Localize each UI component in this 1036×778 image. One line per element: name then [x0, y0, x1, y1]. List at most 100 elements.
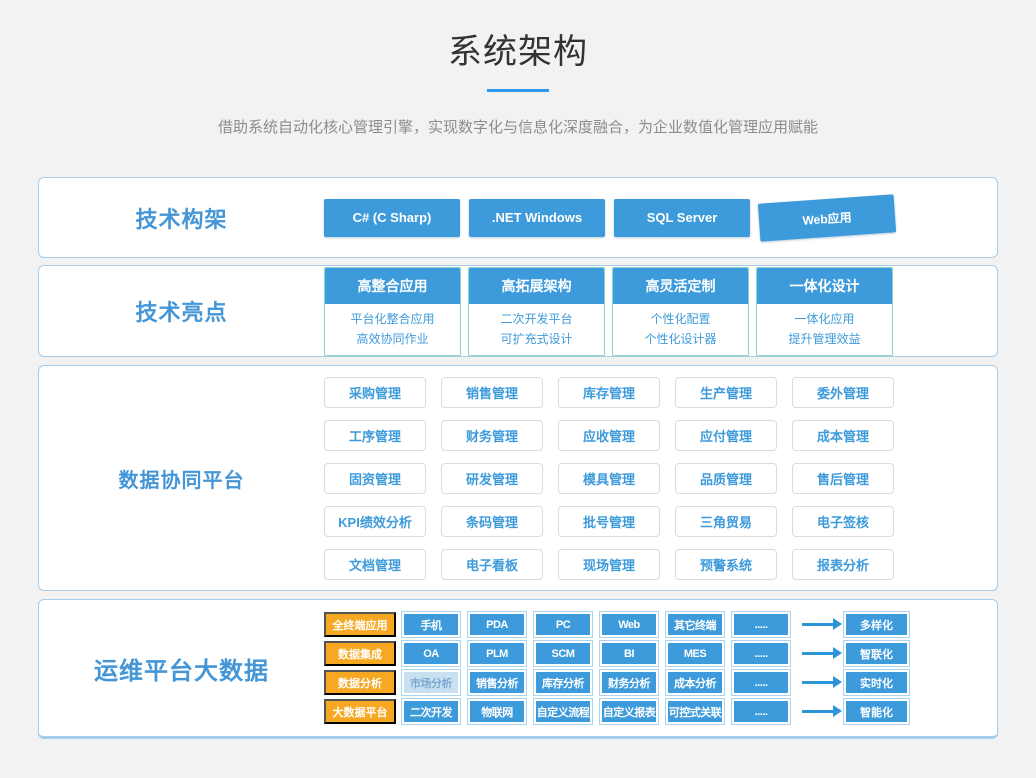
highlight-card-title: 高灵活定制 [613, 268, 748, 304]
module-button[interactable]: 条码管理 [441, 506, 543, 537]
section-data-platform: 数据协同平台 采购管理 销售管理 库存管理 生产管理 委外管理 工序管理 财务管… [38, 365, 998, 591]
module-button[interactable]: 生产管理 [675, 377, 777, 408]
tech-button-dotnet-windows[interactable]: .NET Windows [469, 199, 605, 237]
highlight-card-line: 个性化设计器 [613, 329, 748, 349]
section-ops-platform: 运维平台大数据 全终端应用 手机 PDA PC Web 其它终端 ..... 多… [38, 599, 998, 739]
ops-row-terminals: 全终端应用 手机 PDA PC Web 其它终端 ..... 多样化 [324, 612, 909, 637]
ops-item-button[interactable]: Web [600, 612, 658, 637]
ops-item-button[interactable]: OA [402, 641, 460, 666]
module-button[interactable]: 三角贸易 [675, 506, 777, 537]
ops-item-button[interactable]: PDA [468, 612, 526, 637]
module-button[interactable]: 批号管理 [558, 506, 660, 537]
ops-item-button[interactable]: 销售分析 [468, 670, 526, 695]
highlight-card-line: 提升管理效益 [757, 329, 892, 349]
module-button[interactable]: 销售管理 [441, 377, 543, 408]
highlight-card-line: 可扩充式设计 [469, 329, 604, 349]
highlight-card-title: 高拓展架构 [469, 268, 604, 304]
highlight-card-extensibility: 高拓展架构 二次开发平台 可扩充式设计 [468, 267, 605, 356]
section-label-ops-platform: 运维平台大数据 [39, 600, 324, 736]
module-button[interactable]: 售后管理 [792, 463, 894, 494]
title-underline [487, 89, 549, 92]
arrow-right-icon [802, 623, 834, 626]
module-button[interactable]: 模具管理 [558, 463, 660, 494]
module-button[interactable]: 现场管理 [558, 549, 660, 580]
ops-item-button[interactable]: MES [666, 641, 724, 666]
ops-category-button[interactable]: 数据集成 [324, 641, 396, 666]
highlight-card-title: 高整合应用 [325, 268, 460, 304]
module-button[interactable]: 成本管理 [792, 420, 894, 451]
highlight-card-title: 一体化设计 [757, 268, 892, 304]
ops-item-button[interactable]: 自定义流程 [534, 699, 592, 724]
ops-category-button[interactable]: 数据分析 [324, 670, 396, 695]
module-button[interactable]: 报表分析 [792, 549, 894, 580]
ops-row-integration: 数据集成 OA PLM SCM BI MES ..... 智联化 [324, 641, 909, 666]
module-button[interactable]: 应付管理 [675, 420, 777, 451]
module-button[interactable]: 财务管理 [441, 420, 543, 451]
highlight-card-line: 二次开发平台 [469, 309, 604, 329]
ops-item-button[interactable]: ..... [732, 699, 790, 724]
section-label-data-platform: 数据协同平台 [39, 366, 324, 590]
module-button[interactable]: 电子看板 [441, 549, 543, 580]
page-header: 系统架构 借助系统自动化核心管理引擎，实现数字化与信息化深度融合，为企业数值化管… [0, 0, 1036, 137]
page-subtitle: 借助系统自动化核心管理引擎，实现数字化与信息化深度融合，为企业数值化管理应用赋能 [0, 116, 1036, 137]
ops-item-button[interactable]: PLM [468, 641, 526, 666]
ops-item-button[interactable]: ..... [732, 670, 790, 695]
ops-item-button[interactable]: BI [600, 641, 658, 666]
module-button[interactable]: 研发管理 [441, 463, 543, 494]
ops-item-button[interactable]: 二次开发 [402, 699, 460, 724]
ops-item-button[interactable]: 自定义报表 [600, 699, 658, 724]
ops-category-button[interactable]: 大数据平台 [324, 699, 396, 724]
ops-item-button[interactable]: 成本分析 [666, 670, 724, 695]
arrow-right-icon [802, 681, 834, 684]
highlight-card-line: 个性化配置 [613, 309, 748, 329]
module-button[interactable]: 委外管理 [792, 377, 894, 408]
tech-button-csharp[interactable]: C# (C Sharp) [324, 199, 460, 237]
tech-framework-buttons: C# (C Sharp) .NET Windows SQL Server Web… [324, 178, 997, 257]
highlight-card-line: 一体化应用 [757, 309, 892, 329]
page-title: 系统架构 [0, 24, 1036, 73]
tech-button-web-app[interactable]: Web应用 [758, 194, 896, 241]
arrow-right-icon [802, 652, 834, 655]
ops-item-button[interactable]: 物联网 [468, 699, 526, 724]
module-button[interactable]: 预警系统 [675, 549, 777, 580]
highlight-card-flexibility: 高灵活定制 个性化配置 个性化设计器 [612, 267, 749, 356]
highlight-card-integration: 高整合应用 平台化整合应用 高效协同作业 [324, 267, 461, 356]
ops-result-button[interactable]: 多样化 [844, 612, 909, 637]
ops-result-button[interactable]: 实时化 [844, 670, 909, 695]
ops-category-button[interactable]: 全终端应用 [324, 612, 396, 637]
module-button[interactable]: 库存管理 [558, 377, 660, 408]
highlight-card-line: 平台化整合应用 [325, 309, 460, 329]
arrow-right-icon [802, 710, 834, 713]
section-tech-highlights: 技术亮点 高整合应用 平台化整合应用 高效协同作业 高拓展架构 二次开发平台 可… [38, 265, 998, 357]
module-button[interactable]: 文档管理 [324, 549, 426, 580]
highlight-card-all-in-one: 一体化设计 一体化应用 提升管理效益 [756, 267, 893, 356]
ops-item-button[interactable]: 手机 [402, 612, 460, 637]
module-button[interactable]: 工序管理 [324, 420, 426, 451]
module-button[interactable]: 电子签核 [792, 506, 894, 537]
module-button[interactable]: 固资管理 [324, 463, 426, 494]
tech-highlight-cards: 高整合应用 平台化整合应用 高效协同作业 高拓展架构 二次开发平台 可扩充式设计… [324, 266, 997, 356]
section-label-tech-highlights: 技术亮点 [39, 266, 324, 356]
ops-item-button[interactable]: 市场分析 [402, 670, 460, 695]
ops-item-button[interactable]: 可控式关联 [666, 699, 724, 724]
module-button[interactable]: 采购管理 [324, 377, 426, 408]
module-button[interactable]: KPI绩效分析 [324, 506, 426, 537]
ops-item-button[interactable]: 财务分析 [600, 670, 658, 695]
section-tech-framework: 技术构架 C# (C Sharp) .NET Windows SQL Serve… [38, 177, 998, 258]
ops-result-button[interactable]: 智能化 [844, 699, 909, 724]
ops-rows: 全终端应用 手机 PDA PC Web 其它终端 ..... 多样化 数据集成 … [324, 612, 909, 724]
ops-item-button[interactable]: 库存分析 [534, 670, 592, 695]
ops-item-button[interactable]: PC [534, 612, 592, 637]
ops-row-analysis: 数据分析 市场分析 销售分析 库存分析 财务分析 成本分析 ..... 实时化 [324, 670, 909, 695]
tech-button-sql-server[interactable]: SQL Server [614, 199, 750, 237]
ops-item-button[interactable]: ..... [732, 612, 790, 637]
module-button[interactable]: 应收管理 [558, 420, 660, 451]
ops-item-button[interactable]: ..... [732, 641, 790, 666]
ops-item-button[interactable]: SCM [534, 641, 592, 666]
highlight-card-line: 高效协同作业 [325, 329, 460, 349]
ops-result-button[interactable]: 智联化 [844, 641, 909, 666]
ops-row-bigdata: 大数据平台 二次开发 物联网 自定义流程 自定义报表 可控式关联 ..... 智… [324, 699, 909, 724]
system-architecture-page: 系统架构 借助系统自动化核心管理引擎，实现数字化与信息化深度融合，为企业数值化管… [0, 0, 1036, 778]
module-button[interactable]: 品质管理 [675, 463, 777, 494]
ops-item-button[interactable]: 其它终端 [666, 612, 724, 637]
